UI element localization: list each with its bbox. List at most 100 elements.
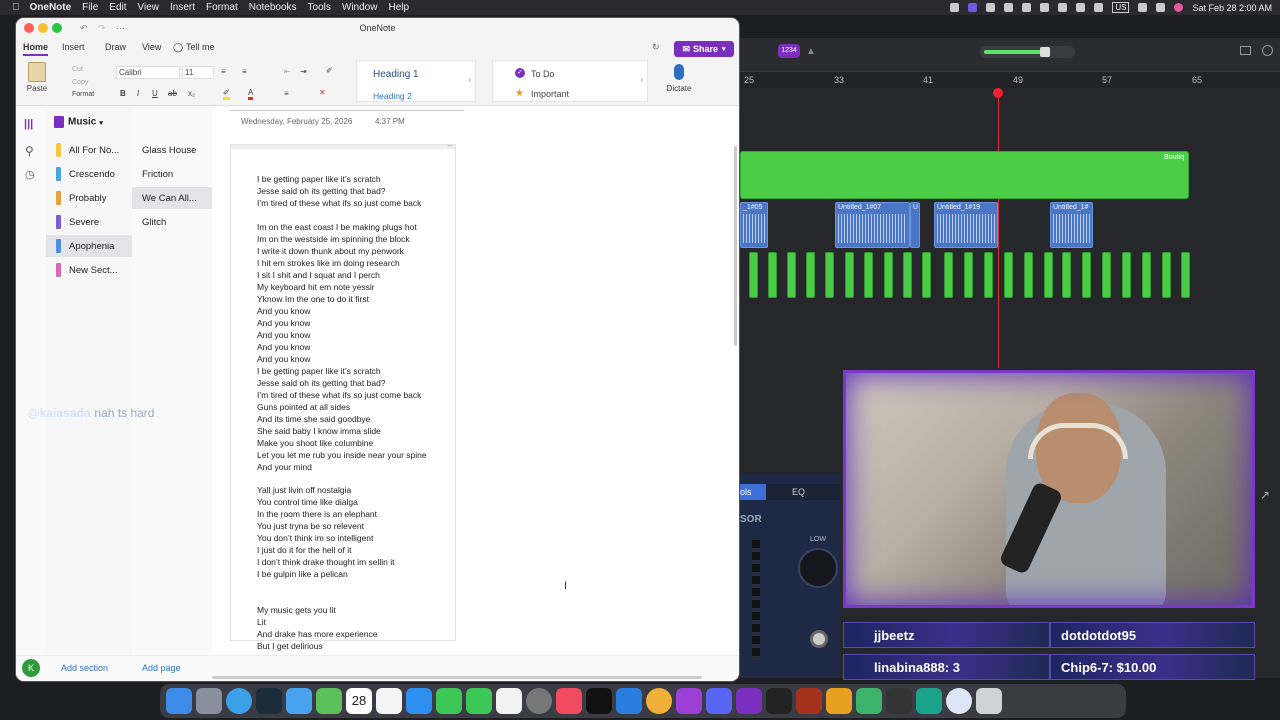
status-icon[interactable] xyxy=(1022,3,1032,12)
maps-icon[interactable] xyxy=(316,688,342,714)
page-item[interactable]: Glass House xyxy=(132,139,212,161)
tab-view[interactable]: View xyxy=(142,42,161,52)
midi-region[interactable] xyxy=(1181,252,1190,298)
note-line[interactable]: I’m tired of these what ifs so just come… xyxy=(257,390,421,400)
clear-format-icon[interactable]: ✕ xyxy=(319,88,326,97)
tab-controls[interactable]: ols xyxy=(740,484,766,500)
safari-icon[interactable] xyxy=(226,688,252,714)
format-painter-button[interactable]: Format xyxy=(72,91,94,98)
midi-region[interactable] xyxy=(1004,252,1013,298)
midi-region[interactable] xyxy=(825,252,834,298)
control-center-icon[interactable] xyxy=(1156,3,1166,12)
menubar-clock[interactable]: Sat Feb 28 2:00 AM xyxy=(1192,3,1272,13)
audio-clip[interactable]: U xyxy=(910,202,920,248)
midi-region[interactable] xyxy=(845,252,854,298)
tab-eq[interactable]: EQ xyxy=(792,487,805,497)
note-line[interactable]: And you know xyxy=(257,342,310,352)
siri-icon[interactable] xyxy=(1174,3,1184,12)
settings-icon[interactable] xyxy=(526,688,552,714)
note-line[interactable]: And you know xyxy=(257,306,310,316)
audio-region[interactable]: Boutiq xyxy=(740,151,1189,199)
midi-region[interactable] xyxy=(964,252,973,298)
note-line[interactable]: And drake has more experience xyxy=(257,629,378,639)
news-icon[interactable] xyxy=(496,688,522,714)
sync-icon[interactable]: ↻ xyxy=(652,42,660,53)
tell-me-search[interactable]: Tell me xyxy=(186,42,215,52)
tv-icon[interactable] xyxy=(586,688,612,714)
midi-region[interactable] xyxy=(1102,252,1111,298)
note-line[interactable]: Let you let me rub you inside near your … xyxy=(257,450,427,460)
note-line[interactable]: You just tryna be so relevent xyxy=(257,521,364,531)
note-line[interactable]: I be getting paper like it’s scratch xyxy=(257,366,381,376)
tab-draw[interactable]: Draw xyxy=(105,42,126,52)
tab-home[interactable]: Home xyxy=(23,42,49,56)
add-section-button[interactable]: Add section xyxy=(61,663,108,673)
midi-region[interactable] xyxy=(787,252,796,298)
expand-icon[interactable]: ↔ xyxy=(446,142,453,149)
trash-icon[interactable] xyxy=(976,688,1002,714)
chevron-right-icon[interactable]: › xyxy=(468,75,471,84)
midi-region[interactable] xyxy=(864,252,873,298)
menu-app-name[interactable]: OneNote xyxy=(30,2,72,13)
note-line[interactable]: But I get delirious xyxy=(257,641,323,651)
discord-icon[interactable] xyxy=(706,688,732,714)
tag-important[interactable]: Important xyxy=(531,89,569,99)
note-line[interactable]: Yknow Im the one to do it first xyxy=(257,294,369,304)
slider-handle[interactable] xyxy=(1040,47,1050,57)
tags-gallery[interactable]: ✓ To Do ★ Important › xyxy=(492,60,648,102)
note-line[interactable]: And your mind xyxy=(257,462,312,472)
midi-region[interactable] xyxy=(903,252,912,298)
note-line[interactable]: I be gulpin like a pelican xyxy=(257,569,348,579)
low-knob[interactable] xyxy=(798,548,838,588)
mail-icon[interactable] xyxy=(286,688,312,714)
style-heading-1[interactable]: Heading 1 xyxy=(373,69,419,80)
app-icon[interactable] xyxy=(946,688,972,714)
search-icon[interactable]: ⚲ xyxy=(25,144,34,158)
menu-window[interactable]: Window xyxy=(342,2,378,13)
midi-region[interactable] xyxy=(944,252,953,298)
audio-clip[interactable]: Untitled_1#19 xyxy=(934,202,998,248)
messages-icon[interactable] xyxy=(466,688,492,714)
notes-icon[interactable] xyxy=(1240,46,1251,55)
dictate-button[interactable]: Dictate xyxy=(662,62,696,102)
style-heading-2[interactable]: Heading 2 xyxy=(373,91,412,101)
recent-icon[interactable]: ◷ xyxy=(25,168,35,181)
status-icon[interactable] xyxy=(986,3,996,12)
section-item[interactable]: Crescendo xyxy=(46,163,132,185)
more-icon[interactable]: ⋯ xyxy=(116,18,125,38)
note-line[interactable]: She said baby I know imma slide xyxy=(257,426,381,436)
note-line[interactable]: Jesse said oh its getting that bad? xyxy=(257,186,386,196)
chevron-right-icon[interactable]: › xyxy=(640,75,643,84)
midi-region[interactable] xyxy=(1024,252,1033,298)
note-line[interactable]: Yall just livin off nostalgia xyxy=(257,485,351,495)
font-color-icon[interactable]: A xyxy=(248,88,254,100)
numbered-list-icon[interactable]: ≡ xyxy=(242,67,247,76)
search-icon[interactable] xyxy=(1138,3,1148,12)
page-canvas[interactable]: Wednesday, February 25, 2026 4:37 PM ↔ I… xyxy=(212,106,737,681)
midi-region[interactable] xyxy=(1082,252,1091,298)
playhead-handle[interactable] xyxy=(993,88,1003,98)
menu-notebooks[interactable]: Notebooks xyxy=(249,2,297,13)
note-line[interactable]: Im on the westside im spinning the block xyxy=(257,234,410,244)
midi-region[interactable] xyxy=(984,252,993,298)
note-line[interactable]: Im on the east coast I be making plugs h… xyxy=(257,222,417,232)
app-icon[interactable] xyxy=(856,688,882,714)
launchpad-icon[interactable] xyxy=(196,688,222,714)
midi-region[interactable] xyxy=(768,252,777,298)
note-line[interactable]: In the room there is an elephant xyxy=(257,509,377,519)
play-icon[interactable] xyxy=(1040,3,1050,12)
midi-region[interactable] xyxy=(1142,252,1151,298)
screen-record-icon[interactable] xyxy=(968,3,978,12)
tag-todo[interactable]: To Do xyxy=(531,69,555,79)
photos-icon[interactable] xyxy=(646,688,672,714)
styles-gallery[interactable]: Heading 1 Heading 2 › xyxy=(356,60,476,102)
apple-icon[interactable]:  xyxy=(12,2,20,13)
notebooks-icon[interactable]: ||| xyxy=(24,118,33,130)
avatar[interactable]: K xyxy=(22,659,40,677)
vertical-scrollbar[interactable] xyxy=(734,146,737,346)
menu-format[interactable]: Format xyxy=(206,2,238,13)
section-item[interactable]: All For No... xyxy=(46,139,132,161)
share-button[interactable]: ✉ Share ▾ xyxy=(674,41,734,57)
game-icon[interactable] xyxy=(796,688,822,714)
highlight-icon[interactable]: ✐ xyxy=(223,88,230,100)
